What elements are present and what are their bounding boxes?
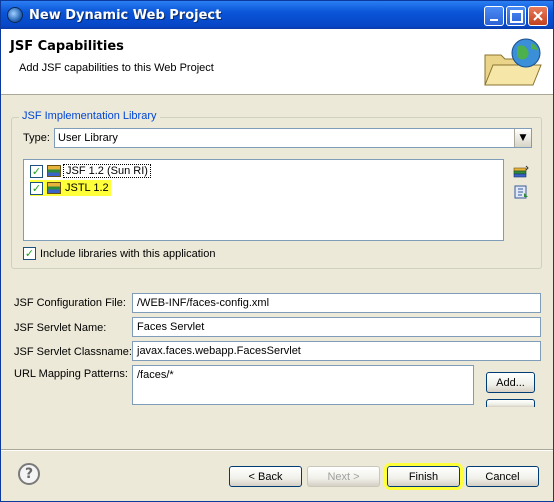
title-bar[interactable]: New Dynamic Web Project	[1, 1, 553, 29]
chevron-down-icon[interactable]: ▼	[514, 129, 531, 147]
group-legend: JSF Implementation Library	[19, 110, 160, 122]
eclipse-icon	[7, 7, 23, 23]
add-pattern-button[interactable]: Add...	[486, 372, 535, 393]
servlet-name-field[interactable]: Faces Servlet	[132, 317, 541, 337]
minimize-button[interactable]	[484, 6, 504, 26]
maximize-button[interactable]	[506, 6, 526, 26]
servlet-name-label: JSF Servlet Name:	[14, 322, 107, 334]
servlet-classname-label: JSF Servlet Classname:	[14, 346, 132, 358]
type-label: Type:	[23, 132, 50, 144]
include-libraries-checkbox[interactable]: ✓	[23, 247, 36, 260]
library-label: JSTL 1.2	[65, 182, 109, 194]
type-select[interactable]: User Library ▼	[54, 128, 532, 148]
library-checkbox[interactable]: ✓	[30, 181, 43, 195]
footer-separator	[1, 449, 553, 451]
close-icon	[533, 11, 543, 21]
library-label: JSF 1.2 (Sun RI)	[63, 164, 151, 178]
download-library-icon[interactable]	[513, 184, 529, 200]
window-title: New Dynamic Web Project	[29, 7, 222, 23]
url-mapping-label: URL Mapping Patterns:	[14, 368, 128, 380]
finish-button[interactable]: Finish	[384, 463, 463, 490]
close-button[interactable]	[528, 6, 548, 26]
next-button[interactable]: Next >	[307, 466, 380, 487]
library-checkbox[interactable]: ✓	[30, 164, 43, 178]
help-button[interactable]: ?	[18, 463, 40, 485]
manage-libraries-icon[interactable]	[513, 164, 529, 180]
page-title: JSF Capabilities	[10, 39, 124, 54]
remove-pattern-button[interactable]	[486, 399, 535, 407]
library-icon	[47, 165, 61, 177]
dialog-window: New Dynamic Web Project JSF Capabilities…	[0, 0, 554, 502]
type-select-value: User Library	[58, 132, 118, 144]
cancel-button[interactable]: Cancel	[466, 466, 539, 487]
back-button[interactable]: < Back	[229, 466, 302, 487]
wizard-header: JSF Capabilities Add JSF capabilities to…	[1, 29, 553, 95]
folder-globe-icon	[484, 38, 542, 86]
include-libraries-label: Include libraries with this application	[40, 247, 216, 260]
list-item[interactable]: ✓ JSF 1.2 (Sun RI)	[30, 163, 151, 179]
servlet-classname-field[interactable]: javax.faces.webapp.FacesServlet	[132, 341, 541, 361]
list-item[interactable]: ✓ JSTL 1.2	[30, 180, 111, 196]
url-mapping-list[interactable]: /faces/*	[132, 365, 474, 405]
library-list[interactable]: ✓ JSF 1.2 (Sun RI) ✓ JSTL 1.2	[23, 159, 504, 241]
page-description: Add JSF capabilities to this Web Project	[19, 62, 214, 74]
config-file-label: JSF Configuration File:	[14, 297, 126, 309]
library-icon	[47, 182, 61, 194]
config-file-field[interactable]: /WEB-INF/faces-config.xml	[132, 293, 541, 313]
include-libraries-option[interactable]: ✓ Include libraries with this applicatio…	[23, 247, 215, 260]
